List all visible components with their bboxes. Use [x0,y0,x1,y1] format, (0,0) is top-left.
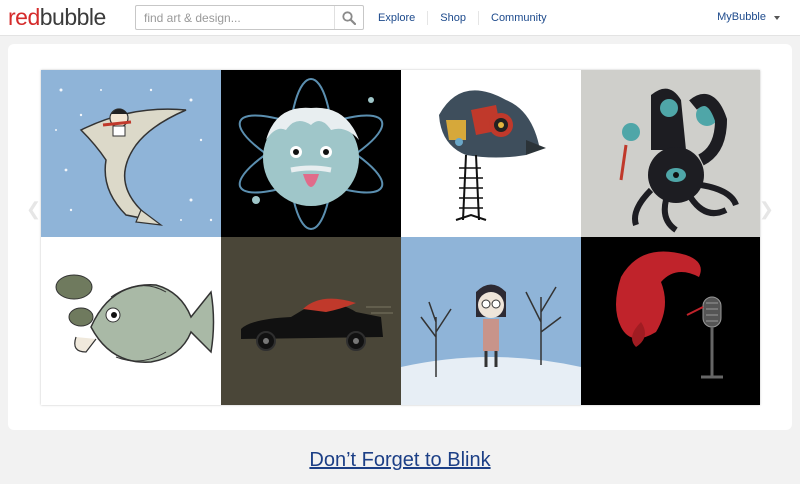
search-icon [342,10,356,25]
smoking-fish-image [41,237,221,405]
tile-kid-riding-shark[interactable] [41,70,221,237]
tile-red-hair-microphone[interactable] [581,237,760,405]
logo-red-part: red [8,4,40,30]
girl-winter-trees-image [401,237,581,405]
tile-red-hair-car[interactable] [221,237,401,405]
mybubble-menu[interactable]: MyBubble [717,11,766,23]
search-button[interactable] [334,6,363,29]
octopus-creatures-image [581,70,760,237]
search-input[interactable] [136,6,334,29]
tile-einstein-planet[interactable] [221,70,401,237]
main-nav: Explore Shop Community [366,0,559,36]
red-hair-microphone-image [581,237,760,405]
logo-dark-part: bubble [39,4,107,30]
nav-community[interactable]: Community [479,11,559,25]
top-header: redbubble Explore Shop Community MyBubbl… [0,0,800,36]
tile-smoking-fish[interactable] [41,237,221,405]
artwork-grid [41,70,760,405]
tile-octopus-creatures[interactable] [581,70,760,237]
kid-riding-shark-image [41,70,221,237]
search-box [135,5,364,30]
red-hair-car-image [221,237,401,405]
chevron-down-icon[interactable] [774,16,780,20]
carousel-next-icon[interactable]: ❯ [759,199,774,220]
redbubble-logo[interactable]: redbubble [8,4,106,30]
nav-explore[interactable]: Explore [366,11,429,25]
einstein-planet-image [221,70,401,237]
carousel-prev-icon[interactable]: ❮ [26,199,41,220]
nav-shop[interactable]: Shop [428,11,479,25]
gallery-card: ❮ ❯ [8,44,792,430]
robot-bird-image [401,70,581,237]
artwork-title-link[interactable]: Don’t Forget to Blink [0,449,800,472]
tile-girl-winter-trees[interactable] [401,237,581,405]
tile-robot-bird[interactable] [401,70,581,237]
